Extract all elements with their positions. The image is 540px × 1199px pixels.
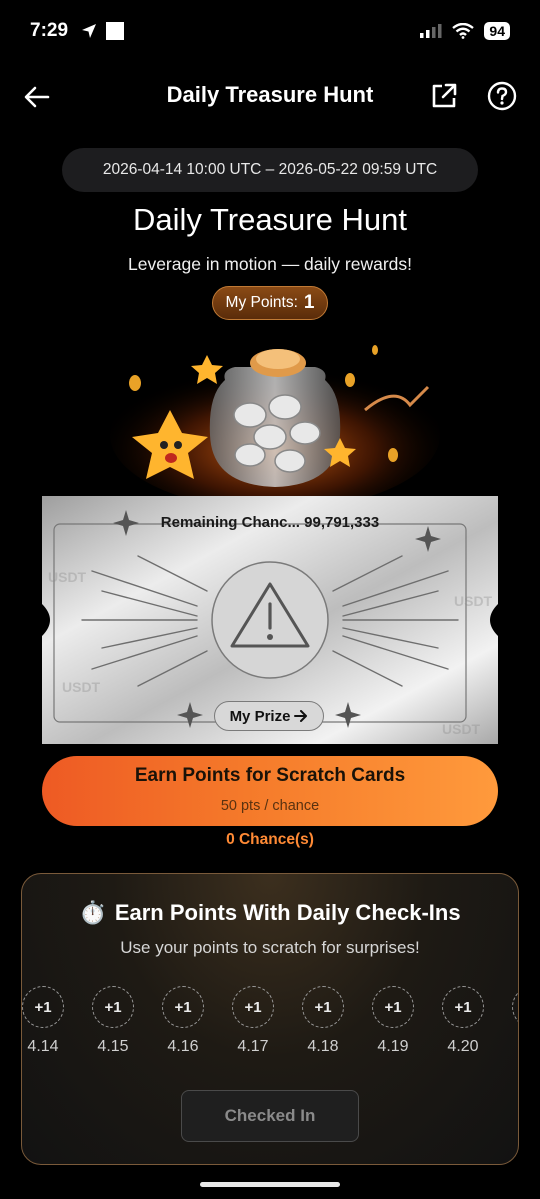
my-prize-label: My Prize [229, 707, 291, 725]
status-time: 7:29 [30, 20, 69, 41]
day-date: 4.19 [377, 1038, 409, 1055]
day-date: 4.15 [97, 1038, 129, 1055]
arrow-right-icon [294, 710, 308, 722]
day-date: 4.16 [167, 1038, 199, 1055]
day-reward: +1 [92, 986, 134, 1028]
checkin-day: +1 4.15 [88, 986, 138, 1056]
earn-points-button[interactable]: Earn Points for Scratch Cards 50 pts / c… [42, 756, 498, 826]
points-value: 1 [303, 292, 315, 313]
checkin-day: +1 4.16 [158, 986, 208, 1056]
day-date: 4.17 [237, 1038, 269, 1055]
event-title: Daily Treasure Hunt [133, 202, 407, 237]
day-reward: +1 [442, 986, 484, 1028]
remaining-chances: Remaining Chanc... 99,791,333 [0, 514, 540, 531]
daily-checkin-panel: ⏱️ Earn Points With Daily Check-Ins Use … [21, 873, 519, 1165]
day-date: 4.14 [27, 1038, 59, 1055]
svg-text:USDT: USDT [454, 593, 493, 609]
checkin-title-row: ⏱️ Earn Points With Daily Check-Ins [22, 900, 518, 926]
checkin-subtitle: Use your points to scratch for surprises… [120, 938, 420, 957]
home-indicator[interactable] [200, 1182, 340, 1187]
day-reward: +1 [372, 986, 414, 1028]
day-reward: +1 [302, 986, 344, 1028]
day-date: 4.20 [447, 1038, 479, 1055]
day-reward: +1 [162, 986, 204, 1028]
day-date: 4.18 [307, 1038, 339, 1055]
checkin-title: Earn Points With Daily Check-Ins [114, 900, 461, 925]
checkin-days-row: +1 4.14 +1 4.15 +1 4.16 +1 4.17 +1 4.18 … [22, 986, 518, 1076]
checkin-day: +1 4.19 [368, 986, 418, 1056]
status-left-icons [80, 22, 124, 40]
remaining-chances-label: Remaining Chanc... [160, 514, 300, 531]
checkin-day: +1 4.17 [228, 986, 278, 1056]
day-reward: +1 [22, 986, 64, 1028]
earn-points-cost: 50 pts / chance [220, 798, 320, 814]
my-points-badge: My Points: 1 [212, 286, 328, 320]
app-square-icon [106, 22, 124, 40]
points-label: My Points: [225, 294, 298, 311]
checkin-day: +1 4.20 [438, 986, 488, 1056]
top-nav: Daily Treasure Hunt [0, 70, 540, 122]
event-subtitle: Leverage in motion — daily rewards! [127, 254, 413, 274]
svg-text:USDT: USDT [48, 569, 87, 585]
my-prize-button[interactable]: My Prize [214, 701, 324, 731]
day-reward: +1 [232, 986, 274, 1028]
wifi-icon [452, 23, 475, 39]
treasure-jar-illustration [110, 345, 440, 500]
status-right-icons: 94 [420, 22, 510, 40]
signal-icon [420, 24, 442, 38]
battery-icon: 94 [484, 22, 510, 40]
checkin-day: +1 4.14 [22, 986, 68, 1056]
checkin-day: +1 4.18 [298, 986, 348, 1056]
checked-in-button[interactable]: Checked In [181, 1090, 359, 1142]
svg-text:USDT: USDT [62, 679, 101, 695]
day-reward-partial [512, 986, 518, 1028]
earn-points-title: Earn Points for Scratch Cards [134, 765, 406, 786]
svg-text:USDT: USDT [442, 721, 481, 737]
checkin-day-partial [508, 986, 518, 1028]
help-icon[interactable] [486, 80, 518, 112]
event-date-range: 2026-04-14 10:00 UTC – 2026-05-22 09:59 … [62, 148, 478, 192]
share-icon[interactable] [428, 80, 460, 112]
chances-count: 0 Chance(s) [226, 831, 314, 848]
remaining-chances-value: 99,791,333 [304, 514, 380, 531]
stopwatch-icon: ⏱️ [79, 900, 107, 925]
status-bar: 7:29 94 [0, 0, 540, 60]
location-arrow-icon [82, 24, 96, 38]
